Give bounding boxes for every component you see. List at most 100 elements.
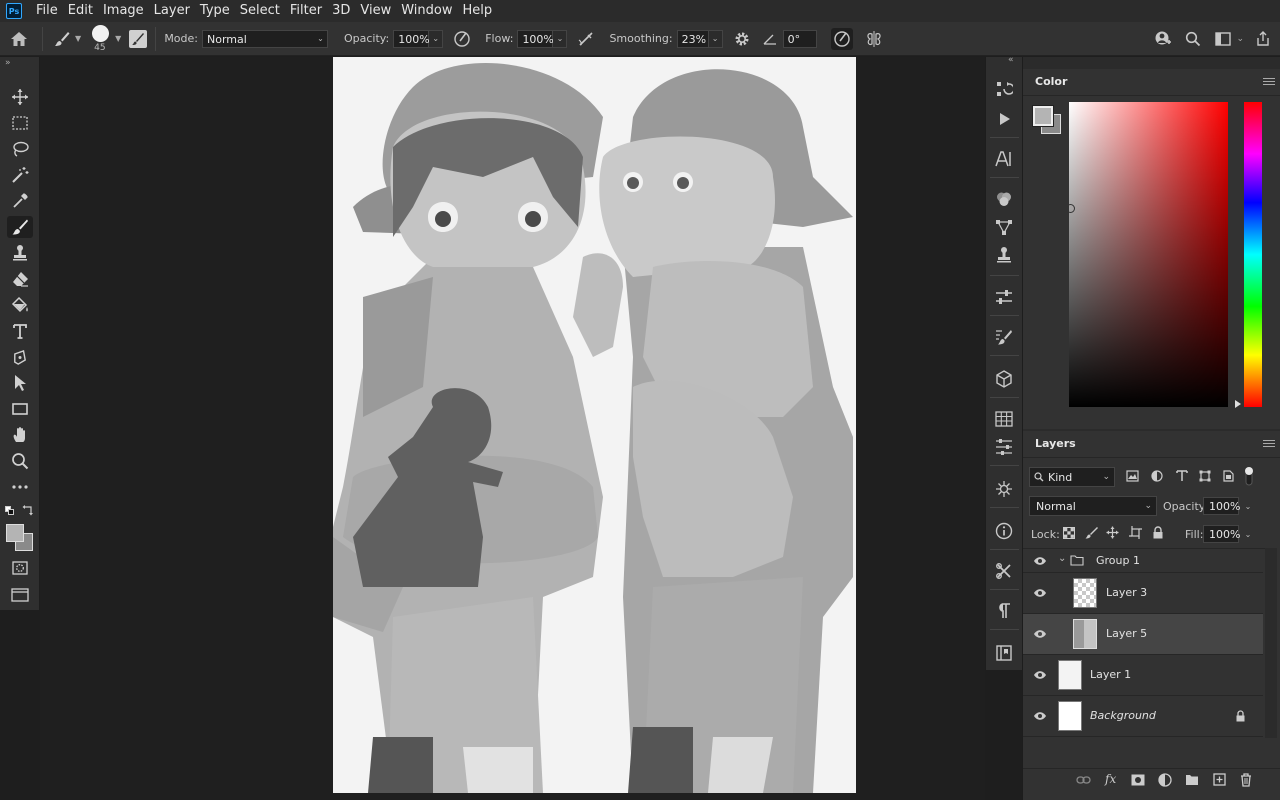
pen-tool[interactable] xyxy=(7,346,33,368)
menu-type[interactable]: Type xyxy=(196,0,236,22)
swatches-icon[interactable] xyxy=(993,408,1015,430)
filter-toggle-icon[interactable] xyxy=(1244,466,1254,489)
new-layer-icon[interactable] xyxy=(1213,773,1226,789)
clone-source-icon[interactable] xyxy=(993,244,1015,266)
more-tools-icon[interactable] xyxy=(7,476,33,498)
layer-filter-select[interactable]: Kind ⌄ xyxy=(1029,467,1115,487)
swap-colors-icon[interactable] xyxy=(22,504,34,516)
menu-view[interactable]: View xyxy=(356,0,397,22)
chevron-down-icon[interactable]: ▼ xyxy=(115,34,121,43)
info-icon[interactable] xyxy=(993,520,1015,542)
brush-preset-icon[interactable] xyxy=(51,28,73,50)
channels-icon[interactable] xyxy=(993,188,1015,210)
magic-wand-tool[interactable] xyxy=(7,164,33,186)
filter-smart-object-icon[interactable] xyxy=(1223,470,1234,485)
rectangle-tool[interactable] xyxy=(7,398,33,420)
share-icon[interactable] xyxy=(1252,28,1274,50)
canvas-workspace[interactable] xyxy=(40,57,985,800)
menu-window[interactable]: Window xyxy=(397,0,458,22)
foreground-color-swatch[interactable] xyxy=(6,524,24,542)
path-selection-tool[interactable] xyxy=(7,372,33,394)
properties-icon[interactable] xyxy=(993,286,1015,308)
paint-bucket-tool[interactable] xyxy=(7,294,33,316)
mode-select[interactable]: Normal ⌄ xyxy=(202,29,328,48)
brush-size-picker[interactable]: 45 xyxy=(89,22,113,56)
delete-layer-icon[interactable] xyxy=(1240,773,1252,790)
eraser-tool[interactable] xyxy=(7,268,33,290)
smoothing-value[interactable]: 23% xyxy=(676,29,709,48)
chevron-down-icon[interactable]: ⌄ xyxy=(708,29,723,48)
visibility-eye-icon[interactable] xyxy=(1033,588,1047,598)
lock-all-icon[interactable] xyxy=(1152,526,1164,542)
pressure-opacity-icon[interactable] xyxy=(451,28,473,50)
new-group-folder-icon[interactable] xyxy=(1185,774,1199,789)
eyedropper-tool[interactable] xyxy=(7,190,33,212)
visibility-eye-icon[interactable] xyxy=(1033,556,1047,566)
color-picker-cursor[interactable] xyxy=(1066,204,1075,213)
menu-filter[interactable]: Filter xyxy=(286,0,328,22)
chevron-down-icon[interactable]: ▼ xyxy=(75,34,81,43)
workspace-icon[interactable] xyxy=(1212,28,1234,50)
lock-artboard-icon[interactable] xyxy=(1129,526,1142,542)
tool-presets-icon[interactable] xyxy=(993,560,1015,582)
menu-select[interactable]: Select xyxy=(236,0,286,22)
lock-transparent-icon[interactable] xyxy=(1063,527,1075,542)
chevron-down-icon[interactable]: ⌄ xyxy=(1236,34,1244,44)
pressure-size-icon[interactable] xyxy=(830,27,853,50)
panel-menu-icon[interactable] xyxy=(1263,440,1275,450)
visibility-eye-icon[interactable] xyxy=(1033,711,1047,721)
adjustment-layer-icon[interactable] xyxy=(1158,773,1172,790)
brush-settings-icon[interactable] xyxy=(993,326,1015,348)
default-colors-icon[interactable] xyxy=(5,506,15,516)
panel-menu-icon[interactable] xyxy=(1263,78,1275,88)
document-canvas[interactable] xyxy=(333,57,856,793)
chevron-down-icon[interactable]: ⌄ xyxy=(553,29,568,48)
flow-control[interactable]: 100% ⌄ xyxy=(517,29,568,48)
zoom-tool[interactable] xyxy=(7,450,33,472)
clone-stamp-tool[interactable] xyxy=(7,242,33,264)
chevron-down-icon[interactable]: ⌄ xyxy=(1241,497,1255,515)
paragraph-icon[interactable] xyxy=(993,600,1015,622)
filter-adjustment-icon[interactable] xyxy=(1151,470,1163,485)
type-tool[interactable] xyxy=(7,320,33,342)
color-tab[interactable]: Color xyxy=(1025,69,1078,95)
filter-pixel-icon[interactable] xyxy=(1126,470,1139,485)
share-user-icon[interactable] xyxy=(1152,28,1174,50)
add-mask-icon[interactable] xyxy=(1131,774,1145,789)
visibility-eye-icon[interactable] xyxy=(1033,629,1047,639)
brush-tool[interactable] xyxy=(7,216,33,238)
hue-slider-arrow-icon[interactable] xyxy=(1235,400,1241,408)
gear-icon[interactable] xyxy=(731,28,753,50)
angle-field[interactable]: 0° xyxy=(782,29,817,48)
layer-style-fx-icon[interactable]: fx xyxy=(1105,772,1116,786)
brush-settings-icon[interactable] xyxy=(129,29,148,48)
hand-tool[interactable] xyxy=(7,424,33,446)
menu-edit[interactable]: Edit xyxy=(64,0,99,22)
link-layers-icon[interactable] xyxy=(1076,775,1091,788)
marquee-tool[interactable] xyxy=(7,112,33,134)
lasso-tool[interactable] xyxy=(7,138,33,160)
paths-icon[interactable] xyxy=(993,216,1015,238)
layers-tab[interactable]: Layers xyxy=(1025,431,1086,457)
screen-mode-icon[interactable] xyxy=(7,584,33,606)
collapse-arrows-icon[interactable]: « xyxy=(1008,55,1014,65)
menu-help[interactable]: Help xyxy=(459,0,499,22)
layer-fill-value[interactable]: 100% xyxy=(1203,525,1240,543)
filter-type-icon[interactable] xyxy=(1176,470,1188,485)
search-icon[interactable] xyxy=(1182,28,1204,50)
menu-3d[interactable]: 3D xyxy=(328,0,356,22)
3d-icon[interactable] xyxy=(993,368,1015,390)
panel-foreground-swatch[interactable] xyxy=(1032,105,1054,127)
group-expand-chevron-icon[interactable]: ⌄ xyxy=(1058,553,1066,564)
layer-row-layer-5[interactable]: Layer 5 xyxy=(1023,614,1263,655)
airbrush-icon[interactable] xyxy=(575,28,597,50)
opacity-control[interactable]: 100% ⌄ xyxy=(393,29,444,48)
filter-shape-icon[interactable] xyxy=(1199,470,1211,485)
layer-row-group-1[interactable]: ⌄ Group 1 xyxy=(1023,549,1263,573)
hue-slider[interactable] xyxy=(1244,102,1262,407)
menu-image[interactable]: Image xyxy=(99,0,150,22)
layer-row-layer-1[interactable]: Layer 1 xyxy=(1023,655,1263,696)
menu-layer[interactable]: Layer xyxy=(150,0,196,22)
layer-row-background[interactable]: Background xyxy=(1023,696,1263,737)
chevron-down-icon[interactable]: ⌄ xyxy=(429,29,444,48)
